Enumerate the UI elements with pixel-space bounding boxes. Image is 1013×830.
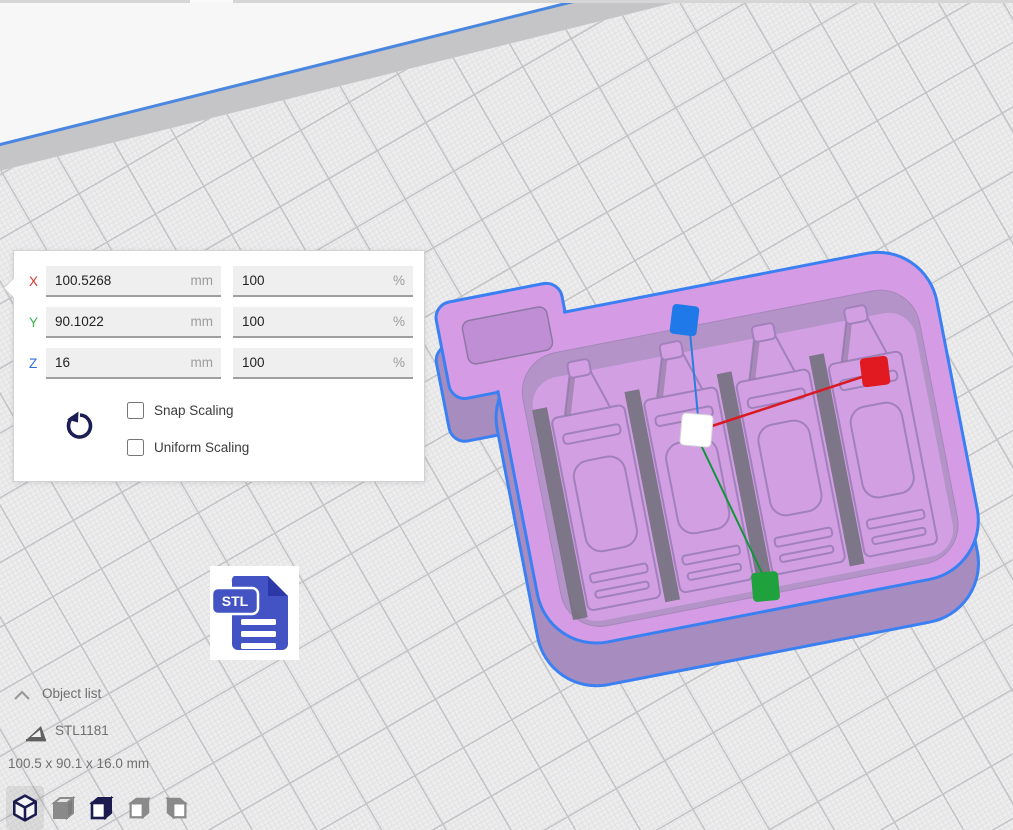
- chevron-up-icon: [12, 688, 32, 702]
- scale-row-x: X mm %: [14, 266, 424, 298]
- view-3d-button[interactable]: [6, 786, 44, 830]
- stl-file-icon: STL: [210, 566, 299, 660]
- object-list-label[interactable]: Object list: [42, 686, 101, 701]
- uniform-scaling-checkbox[interactable]: [127, 439, 144, 456]
- axis-z-label: Z: [29, 356, 47, 371]
- gizmo-x-handle[interactable]: [859, 355, 890, 387]
- object-list-item-stl1181[interactable]: STL1181: [55, 723, 109, 738]
- cura-3d-viewport: STL X mm % Y mm: [0, 0, 1013, 830]
- view-left-icon: [126, 795, 152, 821]
- z-mm-input[interactable]: [46, 348, 221, 377]
- stl-file-thumbnail: STL: [210, 566, 299, 660]
- gizmo-y-handle[interactable]: [751, 571, 780, 602]
- snap-scaling-row: Snap Scaling: [127, 400, 234, 420]
- gizmo-center-handle[interactable]: [680, 413, 714, 448]
- model-stl1181[interactable]: [430, 232, 1010, 712]
- stl-badge-label: STL: [222, 593, 249, 609]
- view-right-icon: [164, 795, 190, 821]
- x-percent-field: %: [233, 266, 413, 297]
- z-mm-field: mm: [46, 348, 221, 379]
- view-left-button[interactable]: [120, 786, 158, 830]
- view-3d-icon: [10, 793, 40, 823]
- model-dimensions-readout: 100.5 x 90.1 x 16.0 mm: [8, 756, 149, 771]
- view-right-button[interactable]: [158, 786, 196, 830]
- x-mm-field: mm: [46, 266, 221, 297]
- solid-object-icon: [26, 724, 48, 742]
- snap-scaling-checkbox[interactable]: [127, 402, 144, 419]
- reset-scale-button[interactable]: [60, 407, 100, 447]
- x-mm-input[interactable]: [46, 266, 221, 295]
- scale-row-y: Y mm %: [14, 307, 424, 339]
- snap-scaling-label: Snap Scaling: [154, 403, 234, 418]
- z-percent-field: %: [233, 348, 413, 379]
- axis-x-label: X: [29, 274, 47, 289]
- view-front-icon: [87, 794, 115, 822]
- window-top-edge: [0, 0, 1013, 3]
- uniform-scaling-label: Uniform Scaling: [154, 440, 249, 455]
- scale-tool-panel: X mm % Y mm % Z mm: [13, 250, 425, 482]
- axis-y-label: Y: [29, 315, 47, 330]
- z-percent-input[interactable]: [233, 348, 413, 377]
- view-front-button[interactable]: [82, 786, 120, 830]
- object-list-toggle[interactable]: [12, 688, 32, 702]
- camera-view-toolbar: [6, 786, 196, 830]
- y-mm-input[interactable]: [46, 307, 221, 336]
- x-percent-input[interactable]: [233, 266, 413, 295]
- y-percent-field: %: [233, 307, 413, 338]
- y-mm-field: mm: [46, 307, 221, 338]
- view-top-icon: [49, 794, 77, 822]
- reset-icon: [62, 408, 98, 444]
- scale-row-z: Z mm %: [14, 348, 424, 380]
- uniform-scaling-row: Uniform Scaling: [127, 437, 249, 457]
- y-percent-input[interactable]: [233, 307, 413, 336]
- view-top-button[interactable]: [44, 786, 82, 830]
- gizmo-z-handle[interactable]: [669, 304, 699, 337]
- window-top-edge-gap: [190, 0, 233, 3]
